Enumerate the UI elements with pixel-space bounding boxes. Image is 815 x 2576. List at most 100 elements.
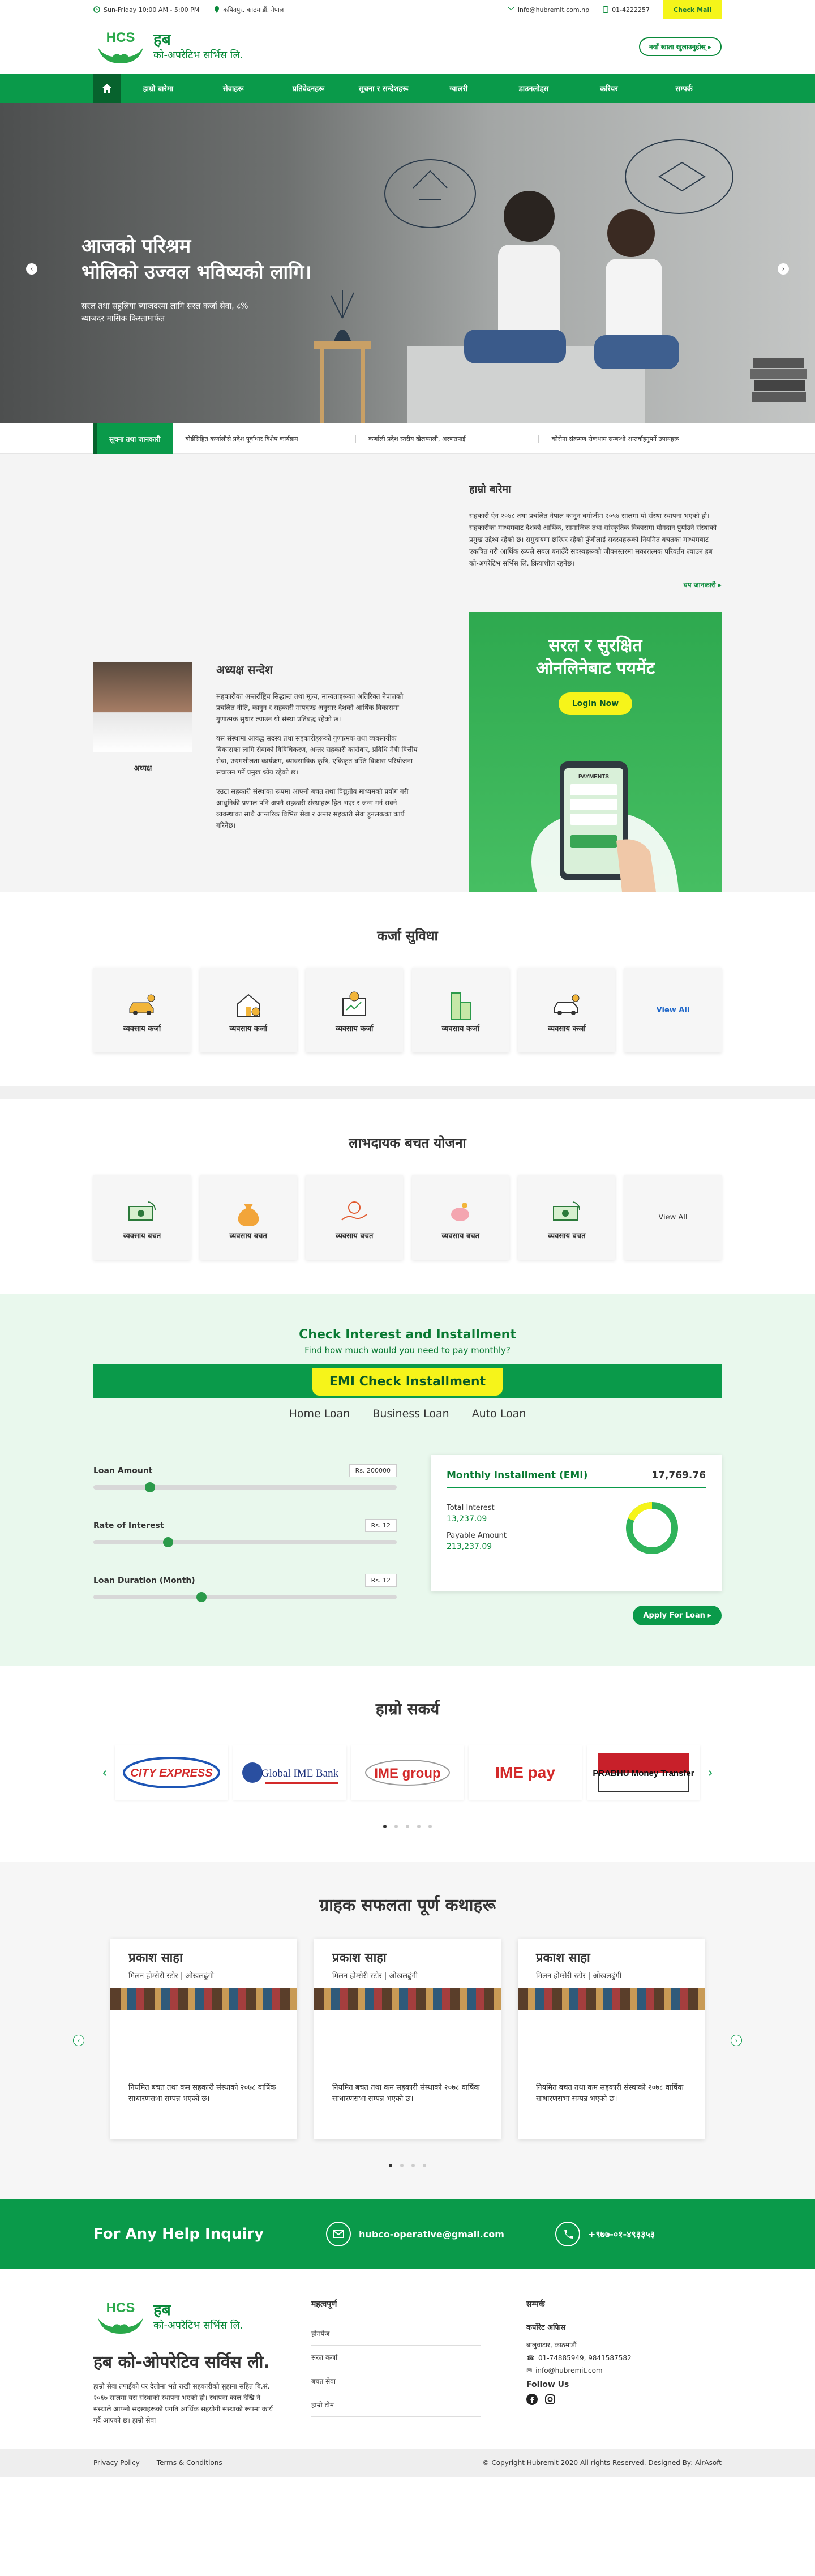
hero-title-line-1: आजको परिश्रम [82, 235, 191, 258]
tab-home-loan[interactable]: Home Loan [289, 1407, 350, 1420]
nav-reports[interactable]: प्रतिवेदनहरू [271, 83, 346, 93]
home-nav-button[interactable] [93, 74, 121, 103]
tab-business-loan[interactable]: Business Loan [372, 1407, 449, 1420]
home-icon [102, 84, 112, 93]
partner-logo[interactable]: IME group [350, 1745, 464, 1800]
loan-amount-slider[interactable] [93, 1482, 397, 1492]
nav-gallery[interactable]: ग्यालरी [421, 83, 496, 93]
interest-rate-input[interactable]: Rs. 12 [364, 1519, 397, 1532]
terms-link[interactable]: Terms & Conditions [157, 2459, 222, 2467]
loan-card[interactable]: व्यवसाय कर्जा [411, 968, 509, 1052]
testimonials-prev-arrow[interactable]: ‹ [73, 2035, 84, 2046]
pagination-dot[interactable] [389, 2164, 392, 2167]
loan-duration-slider[interactable] [93, 1592, 397, 1602]
footer-email[interactable]: ✉ info@hubremit.com [526, 2367, 632, 2374]
savings-card[interactable]: व्यवसाय बचत [199, 1175, 297, 1260]
savings-card[interactable]: व्यवसाय बचत [93, 1175, 191, 1260]
privacy-policy-link[interactable]: Privacy Policy [93, 2459, 140, 2467]
about-more-link[interactable]: थप जानकारी ▸ [469, 580, 722, 589]
footer-link[interactable]: सरल कर्जा [311, 2346, 481, 2369]
testimonial-image [110, 1988, 297, 2010]
pagination-dot[interactable] [417, 1825, 421, 1828]
pagination-dot[interactable] [394, 1825, 398, 1828]
partner-logo[interactable]: Global IME Bank [233, 1745, 346, 1800]
follow-us-label: Follow Us [526, 2380, 569, 2389]
help-phone[interactable]: +९७७-०१-४९३३५३ [555, 2222, 655, 2246]
partner-logo[interactable]: PRABHU Money Transfer [586, 1745, 700, 1800]
nav-notices[interactable]: सूचना र सन्देशहरू [346, 83, 421, 93]
pagination-dot[interactable] [411, 2164, 415, 2167]
ticker-item[interactable]: कर्णाली प्रदेश स्तरीय खेलग्याली, अरणतपाई [356, 434, 539, 443]
loan-duration-slider-handle[interactable] [196, 1592, 207, 1602]
pagination-dot[interactable] [383, 1825, 387, 1828]
nav-career[interactable]: करियर [572, 83, 647, 93]
login-now-button[interactable]: Login Now [558, 692, 633, 715]
payable-amount-label: Payable Amount [447, 1531, 507, 1540]
nav-about[interactable]: हाम्रो बारेमा [121, 83, 196, 93]
footer-logo[interactable]: HCS हब को-अपरेटिभ सर्भिस लि. [93, 2299, 308, 2335]
apply-for-loan-button[interactable]: Apply For Loan ▸ [633, 1606, 722, 1625]
copyright-text: © Copyright Hubremit 2020 All rights Res… [482, 2459, 722, 2467]
pagination-dot[interactable] [406, 1825, 409, 1828]
nav-downloads[interactable]: डाउनलोड्स [496, 83, 572, 93]
footer-link[interactable]: बचत सेवा [311, 2369, 481, 2393]
section-divider [0, 1086, 815, 1099]
footer-link[interactable]: हाम्रो टीम [311, 2393, 481, 2417]
hero-next-arrow[interactable]: › [778, 263, 789, 275]
facebook-icon[interactable] [526, 2394, 538, 2405]
nav-services[interactable]: सेवाहरू [196, 83, 271, 93]
ticker-item[interactable]: बोर्डसिहित कर्णालीसे प्रदेश पूर्वाधार वि… [173, 434, 356, 443]
pagination-dot[interactable] [423, 2164, 426, 2167]
payment-screen-label: PAYMENTS [578, 774, 609, 780]
partner-logo[interactable]: CITY EXPRESS [115, 1745, 229, 1800]
loan-card[interactable]: व्यवसाय कर्जा [93, 968, 191, 1052]
partner-logo[interactable]: IME pay [469, 1745, 582, 1800]
loan-view-all-link: View All [656, 1005, 690, 1015]
savings-card[interactable]: व्यवसाय बचत [306, 1175, 404, 1260]
savings-card[interactable]: व्यवसाय बचत [518, 1175, 616, 1260]
email-item[interactable]: info@hubremit.com.np [507, 6, 590, 14]
loan-card[interactable]: व्यवसाय कर्जा [199, 968, 297, 1052]
footer-about-text: हाम्रो सेवा तपाईंको घर दैलोमा भन्ने राखी… [93, 2382, 273, 2424]
chevron-right-icon: › [782, 265, 785, 273]
savings-view-all-card[interactable]: View All [624, 1175, 722, 1260]
nav-contact[interactable]: सम्पर्क [646, 83, 722, 93]
interest-rate-slider-handle[interactable] [163, 1537, 174, 1547]
loan-amount-slider-handle[interactable] [145, 1482, 156, 1492]
partners-next-arrow[interactable]: › [705, 1765, 716, 1781]
hero-prev-arrow[interactable]: ‹ [26, 263, 37, 275]
instagram-icon[interactable] [544, 2394, 556, 2405]
phone-item[interactable]: 01-4222257 [603, 6, 650, 14]
help-email[interactable]: hubco-operative@gmail.com [326, 2222, 504, 2246]
news-ticker: सूचना तथा जानकारी बोर्डसिहित कर्णालीसे प… [0, 423, 815, 454]
open-account-button[interactable]: नयाँ खाता खुलाउनुहोस् ▸ [638, 37, 722, 56]
testimonials-next-arrow[interactable]: › [731, 2035, 742, 2046]
savings-card[interactable]: व्यवसाय बचत [411, 1175, 509, 1260]
footer-email-text: info@hubremit.com [535, 2367, 603, 2374]
pagination-dot[interactable] [428, 1825, 432, 1828]
check-mail-button[interactable]: Check Mail [663, 0, 722, 19]
interest-rate-label: Rate of Interest [93, 1521, 164, 1530]
email-text: info@hubremit.com.np [517, 6, 590, 14]
testimonial-card[interactable]: प्रकाश साहा मिलन होम्सेरी स्टोर | ओखलढुं… [314, 1939, 501, 2139]
mail-icon: ✉ [526, 2367, 533, 2374]
ticker-item[interactable]: कोरोना संक्रमण रोकथाम सम्बन्धी अन्तर्वाह… [539, 435, 722, 443]
interest-rate-slider[interactable] [93, 1537, 397, 1547]
footer: HCS हब को-अपरेटिभ सर्भिस लि. हब को-ओपरेट… [0, 2269, 815, 2449]
footer-phone[interactable]: ☎ 01-74885949, 9841587582 [526, 2354, 632, 2362]
partners-prev-arrow[interactable]: ‹ [99, 1765, 110, 1781]
phone-payment-illustration: PAYMENTS [531, 761, 679, 892]
tab-auto-loan[interactable]: Auto Loan [472, 1407, 526, 1420]
pagination-dot[interactable] [400, 2164, 404, 2167]
testimonial-card[interactable]: प्रकाश साहा मिलन होम्सेरी स्टोर | ओखलढुं… [518, 1939, 705, 2139]
loan-duration-input[interactable]: Rs. 12 [364, 1574, 397, 1587]
loan-amount-input[interactable]: Rs. 200000 [349, 1464, 397, 1477]
loan-card[interactable]: व्यवसाय कर्जा [306, 968, 404, 1052]
car-loan-icon [125, 987, 159, 1023]
testimonial-card[interactable]: प्रकाश साहा मिलन होम्सेरी स्टोर | ओखलढुं… [110, 1939, 297, 2139]
footer-link[interactable]: होमपेज [311, 2322, 481, 2346]
loan-view-all-card[interactable]: View All [624, 968, 722, 1052]
site-logo[interactable]: HCS हब को-अपरेटिभ सर्भिस लि. [93, 28, 243, 65]
hero-title-line-2: भोलिको उज्वल भविष्यको लागि। [82, 261, 312, 284]
loan-card[interactable]: व्यवसाय कर्जा [518, 968, 616, 1052]
